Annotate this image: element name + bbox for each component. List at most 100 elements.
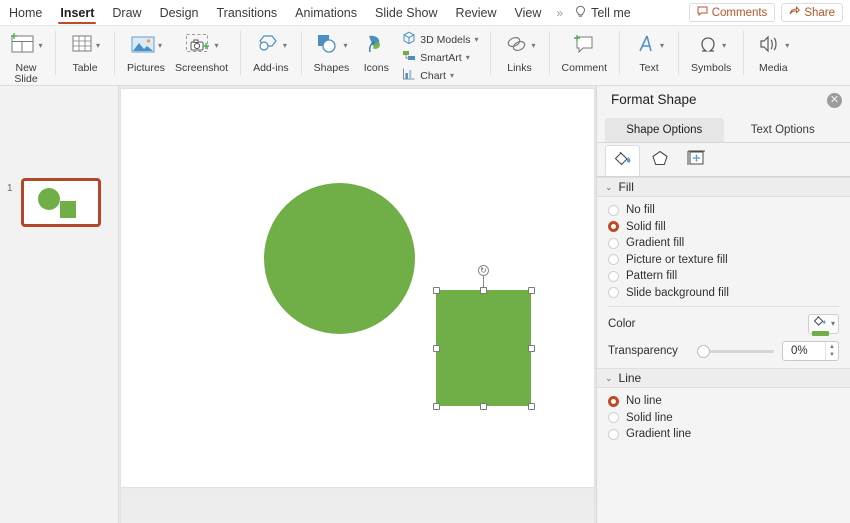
text-button[interactable]: ▾ Text <box>627 29 671 74</box>
comment-icon-row <box>571 31 597 61</box>
fill-section-header[interactable]: ⌄ Fill <box>597 177 850 197</box>
selection-handle-top-center[interactable] <box>480 286 487 294</box>
radio-picture-or-texture-fill[interactable] <box>608 254 619 266</box>
media-caret-icon[interactable]: ▾ <box>785 42 789 50</box>
menu-bar: Home Insert Draw Design Transitions Anim… <box>0 0 850 26</box>
tell-me-button[interactable]: Tell me <box>568 5 637 20</box>
slide-shape-circle[interactable] <box>264 183 415 334</box>
selection-handle-middle-left[interactable] <box>432 344 440 352</box>
menu-tab-transitions[interactable]: Transitions <box>207 0 286 26</box>
fill-option-no-fill[interactable]: No fill <box>597 202 850 219</box>
table-caret-icon[interactable]: ▾ <box>96 42 100 50</box>
menu-tab-review[interactable]: Review <box>447 0 506 26</box>
transparency-stepper-arrows[interactable]: ▲ ▼ <box>825 342 838 360</box>
selection-handle-bottom-center[interactable] <box>480 402 487 410</box>
radio-solid-line[interactable] <box>608 412 619 424</box>
line-option-solid-line[interactable]: Solid line <box>597 410 850 427</box>
ribbon-group-comments: Comment <box>553 26 617 86</box>
stepper-down-icon[interactable]: ▼ <box>829 352 835 358</box>
links-button[interactable]: ▾ Links <box>498 29 542 74</box>
selection-handle-top-left[interactable] <box>432 286 440 294</box>
icons-button[interactable]: Icons <box>354 29 398 74</box>
media-button[interactable]: ▾ Media <box>751 29 795 74</box>
3d-models-caret-icon[interactable]: ▾ <box>475 36 479 44</box>
slide-thumbnail-pane[interactable]: 1 <box>0 86 119 523</box>
fill-color-caret-icon[interactable]: ▾ <box>831 320 835 328</box>
smartart-caret-icon[interactable]: ▾ <box>466 54 470 62</box>
close-icon[interactable]: ✕ <box>827 93 842 108</box>
comment-bubble-icon <box>697 6 708 19</box>
menu-tab-draw[interactable]: Draw <box>103 0 150 26</box>
smartart-button[interactable]: SmartArt ▾ <box>402 50 478 67</box>
line-section-header[interactable]: ⌄ Line <box>597 368 850 388</box>
menu-tab-home[interactable]: Home <box>0 0 51 26</box>
icon-tab-size-properties[interactable] <box>679 145 714 176</box>
screenshot-button[interactable]: ▾ Screenshot <box>170 29 233 74</box>
menu-tab-animations[interactable]: Animations <box>286 0 366 26</box>
fill-option-pattern-fill[interactable]: Pattern fill <box>597 268 850 285</box>
pictures-caret-icon[interactable]: ▾ <box>158 42 162 50</box>
radio-no-line[interactable] <box>608 395 619 407</box>
slide-canvas[interactable]: ↻ <box>120 88 595 488</box>
ribbon-group-media: ▾ Media <box>747 26 799 86</box>
line-section-chevron-icon[interactable]: ⌄ <box>605 373 613 384</box>
share-button[interactable]: Share <box>781 3 843 22</box>
pictures-button[interactable]: ▾ Pictures <box>122 29 170 74</box>
links-caret-icon[interactable]: ▾ <box>532 42 536 50</box>
table-button[interactable]: ▾ Table <box>63 29 107 74</box>
radio-no-fill[interactable] <box>608 204 619 216</box>
new-slide-button[interactable]: ▾ New Slide <box>4 29 48 85</box>
radio-pattern-fill[interactable] <box>608 270 619 282</box>
rotation-handle-icon[interactable]: ↻ <box>478 265 489 276</box>
icon-tab-fill[interactable] <box>605 145 640 176</box>
chart-caret-icon[interactable]: ▾ <box>450 72 454 80</box>
radio-slide-background-fill[interactable] <box>608 287 619 299</box>
menu-tab-design[interactable]: Design <box>151 0 208 26</box>
radio-solid-fill[interactable] <box>608 221 619 233</box>
table-icon-row: ▾ <box>70 31 100 61</box>
shapes-caret-icon[interactable]: ▾ <box>343 42 347 50</box>
radio-gradient-fill[interactable] <box>608 237 619 249</box>
screenshot-caret-icon[interactable]: ▾ <box>214 42 218 50</box>
menu-tab-insert[interactable]: Insert <box>51 0 103 26</box>
slide-shape-rectangle[interactable] <box>436 290 531 406</box>
fill-option-solid-fill[interactable]: Solid fill <box>597 219 850 236</box>
comments-button[interactable]: Comments <box>688 3 776 22</box>
fill-option-gradient-fill[interactable]: Gradient fill <box>597 235 850 252</box>
line-option-no-line[interactable]: No line <box>597 393 850 410</box>
icon-tab-effects[interactable] <box>642 145 677 176</box>
comment-button[interactable]: Comment <box>557 29 613 74</box>
fill-option-picture-fill[interactable]: Picture or texture fill <box>597 252 850 269</box>
fill-option-slide-background-fill[interactable]: Slide background fill <box>597 285 850 302</box>
tab-shape-options-label: Shape Options <box>626 124 703 136</box>
ribbon-group-images: ▾ Pictures ▾ Screenshot <box>118 26 237 86</box>
new-slide-caret-icon[interactable]: ▾ <box>38 42 42 50</box>
chart-button[interactable]: Chart ▾ <box>402 68 478 85</box>
3d-models-button[interactable]: 3D Models ▾ <box>402 31 479 49</box>
transparency-slider[interactable] <box>697 341 774 361</box>
fill-section-chevron-icon[interactable]: ⌄ <box>605 182 613 193</box>
slide-thumbnail-1[interactable] <box>21 178 101 227</box>
tab-text-options[interactable]: Text Options <box>724 118 843 142</box>
transparency-slider-knob[interactable] <box>697 345 710 358</box>
transparency-stepper[interactable]: 0% ▲ ▼ <box>782 341 839 361</box>
add-ins-caret-icon[interactable]: ▾ <box>283 42 287 50</box>
line-option-gradient-line[interactable]: Gradient line <box>597 426 850 443</box>
menu-tab-view[interactable]: View <box>506 0 551 26</box>
shapes-button[interactable]: ▾ Shapes <box>309 29 355 74</box>
fill-color-button[interactable]: ▾ <box>807 314 839 336</box>
radio-gradient-line[interactable] <box>608 428 619 440</box>
menu-tab-insert-label: Insert <box>60 5 95 20</box>
selection-handle-bottom-left[interactable] <box>432 402 440 410</box>
symbols-caret-icon[interactable]: ▾ <box>722 42 726 50</box>
selection-handle-bottom-right[interactable] <box>527 402 535 410</box>
tab-shape-options[interactable]: Shape Options <box>605 118 724 142</box>
stepper-up-icon[interactable]: ▲ <box>829 344 835 350</box>
selection-handle-top-right[interactable] <box>527 286 535 294</box>
selection-handle-middle-right[interactable] <box>527 344 535 352</box>
add-ins-button[interactable]: ▾ Add-ins <box>248 29 294 74</box>
menu-tab-slide-show[interactable]: Slide Show <box>366 0 447 26</box>
text-caret-icon[interactable]: ▾ <box>660 42 664 50</box>
symbols-button[interactable]: ▾ Symbols <box>686 29 736 74</box>
menu-overflow-icon[interactable]: » <box>550 6 568 20</box>
